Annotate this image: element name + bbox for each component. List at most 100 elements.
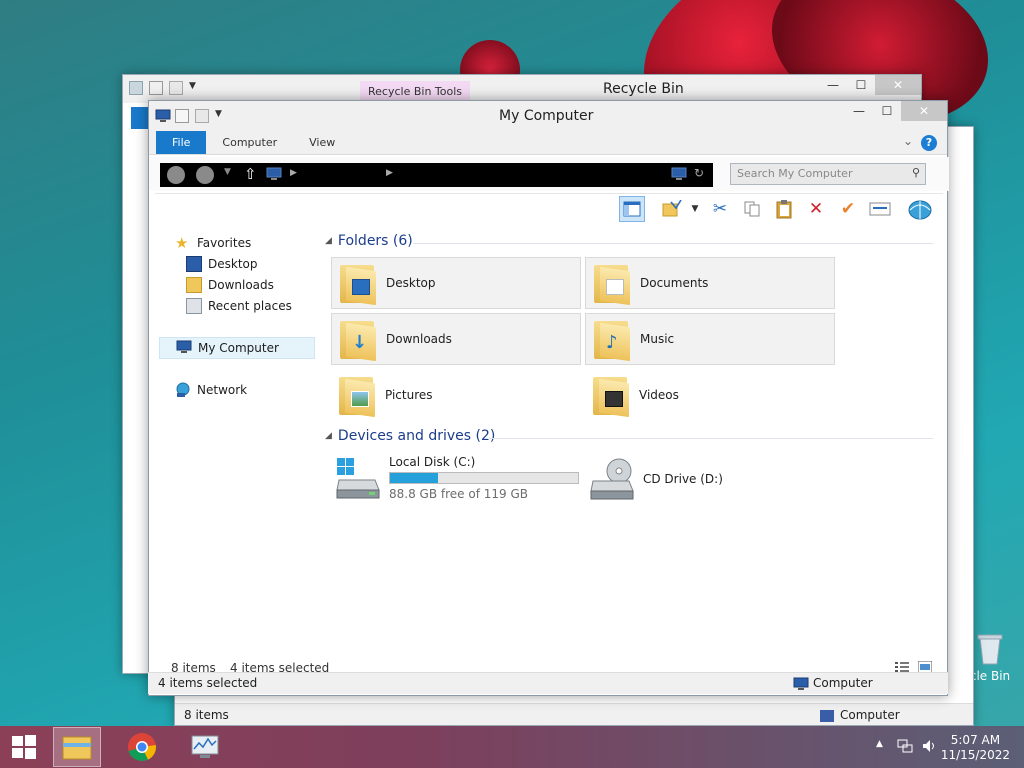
status-location: Computer xyxy=(820,708,900,722)
close-button[interactable]: ✕ xyxy=(875,75,921,95)
recent-locations-icon[interactable]: ▼ xyxy=(224,167,231,177)
refresh-icon[interactable]: ↻ xyxy=(694,166,704,180)
computer-icon xyxy=(820,709,834,722)
network-globe-icon[interactable] xyxy=(907,196,933,222)
up-arrow-icon[interactable]: ⇧ xyxy=(244,165,257,183)
videos-folder-icon xyxy=(591,373,629,418)
drive-label: Local Disk (C:) xyxy=(389,455,476,469)
folder-tile-documents[interactable]: Documents xyxy=(585,257,835,309)
window-title: My Computer xyxy=(499,108,594,124)
tab-computer[interactable]: Computer xyxy=(206,131,293,154)
drive-usage-fill xyxy=(390,473,438,483)
computer-icon xyxy=(155,109,171,123)
properties-icon[interactable] xyxy=(175,109,189,123)
nav-downloads[interactable]: Downloads xyxy=(186,275,274,295)
ribbon-tabs: File Computer View ⌄ ? xyxy=(149,131,947,155)
new-folder-icon[interactable] xyxy=(169,81,183,95)
folder-check-icon xyxy=(662,200,682,217)
downloads-folder-icon: ↓ xyxy=(338,317,376,362)
nav-recent-places[interactable]: Recent places xyxy=(186,296,292,316)
window-title: Recycle Bin xyxy=(603,81,684,97)
windows-logo-icon xyxy=(12,735,36,759)
recycle-bin-icon xyxy=(977,634,1003,665)
cd-drive-icon xyxy=(589,457,635,501)
start-button[interactable] xyxy=(0,727,48,767)
recent-places-icon xyxy=(186,298,202,314)
folder-tile-downloads[interactable]: ↓ Downloads xyxy=(331,313,581,365)
address-bar[interactable]: ▼ ⇧ ▶ ▶ ↻ xyxy=(160,163,713,187)
delete-icon[interactable]: ✕ xyxy=(803,196,829,222)
properties-icon[interactable] xyxy=(149,81,163,95)
network-icon xyxy=(175,382,191,398)
nav-favorites[interactable]: ★ Favorites xyxy=(175,233,251,253)
collapse-icon[interactable]: ◢ xyxy=(325,431,332,441)
collapse-icon[interactable]: ◢ xyxy=(325,236,332,246)
navigation-pane: ★ Favorites Desktop Downloads Recent pla… xyxy=(155,225,315,645)
paste-icon[interactable] xyxy=(771,196,797,222)
cut-icon[interactable]: ✂ xyxy=(707,196,733,222)
taskbar-performance-monitor[interactable] xyxy=(181,727,229,767)
qat-dropdown-icon[interactable]: ▼ xyxy=(215,109,222,123)
status-bar: 8 items Computer xyxy=(175,703,973,725)
taskbar: ▲ 5:07 AM 11/15/2022 xyxy=(0,726,1024,768)
status-bar: 4 items selected Computer xyxy=(148,672,948,694)
copy-icon[interactable] xyxy=(739,196,765,222)
forward-button[interactable] xyxy=(196,166,214,184)
status-item-count: 8 items xyxy=(184,708,229,722)
folders-group-header[interactable]: ◢ Folders (6) xyxy=(325,233,413,249)
breadcrumb-arrow-icon[interactable]: ▶ xyxy=(290,168,297,178)
drive-cd-d[interactable]: CD Drive (D:) xyxy=(589,457,723,501)
desktop-folder-icon xyxy=(338,261,376,306)
music-folder-icon: ♪ xyxy=(592,317,630,362)
drive-local-disk-c[interactable]: Local Disk (C:) 88.8 GB free of 119 GB xyxy=(335,455,579,501)
folder-tile-desktop[interactable]: Desktop xyxy=(331,257,581,309)
tab-view[interactable]: View xyxy=(293,131,351,154)
folder-tile-videos[interactable]: Videos xyxy=(585,369,835,421)
qat-dropdown-icon[interactable]: ▼ xyxy=(189,81,196,95)
drives-group-header[interactable]: ◢ Devices and drives (2) xyxy=(325,428,495,444)
drive-label: CD Drive (D:) xyxy=(643,472,723,486)
taskbar-file-explorer[interactable] xyxy=(53,727,101,767)
tab-file[interactable]: File xyxy=(156,131,207,154)
title-bar: ▼ My Computer — ☐ ✕ xyxy=(149,101,947,131)
properties-icon[interactable] xyxy=(867,196,893,222)
folder-tile-pictures[interactable]: Pictures xyxy=(331,369,581,421)
maximize-button[interactable]: ☐ xyxy=(873,101,901,121)
new-folder-icon[interactable] xyxy=(195,109,209,123)
organize-dropdown-icon[interactable]: ▼ xyxy=(682,196,708,222)
minimize-button[interactable]: — xyxy=(845,101,873,121)
breadcrumb-arrow-icon[interactable]: ▶ xyxy=(386,168,393,178)
search-icon[interactable]: ⚲ xyxy=(912,166,920,179)
search-placeholder: Search My Computer xyxy=(737,167,853,180)
nav-my-computer[interactable]: My Computer xyxy=(159,337,315,359)
rename-check-icon[interactable]: ✔ xyxy=(835,196,861,222)
search-input[interactable]: Search My Computer ⚲ xyxy=(730,163,926,185)
preview-pane-button[interactable] xyxy=(619,196,645,222)
folder-tile-music[interactable]: ♪ Music xyxy=(585,313,835,365)
file-tab-edge xyxy=(131,107,149,129)
system-clock[interactable]: 5:07 AM 11/15/2022 xyxy=(941,733,1010,763)
pictures-folder-icon xyxy=(337,373,375,418)
show-hidden-icons-icon[interactable]: ▲ xyxy=(876,739,883,749)
taskbar-chrome[interactable] xyxy=(118,727,166,767)
recycle-bin-icon xyxy=(129,81,143,95)
help-icon[interactable]: ? xyxy=(921,135,937,151)
command-toolbar: ▼ ✂ ✕ ✔ xyxy=(155,193,943,223)
status-selected-count: 4 items selected xyxy=(158,676,258,690)
caption-buttons: — ☐ ✕ xyxy=(819,75,921,95)
star-icon: ★ xyxy=(175,234,189,252)
minimize-button[interactable]: — xyxy=(819,75,847,95)
caption-buttons: — ☐ ✕ xyxy=(845,101,947,121)
close-button[interactable]: ✕ xyxy=(901,101,947,121)
network-tray-icon[interactable] xyxy=(897,739,913,756)
nav-network[interactable]: Network xyxy=(175,380,247,400)
volume-icon[interactable] xyxy=(922,739,938,756)
status-location: Computer xyxy=(793,676,873,691)
drive-free-space: 88.8 GB free of 119 GB xyxy=(389,487,528,501)
nav-desktop[interactable]: Desktop xyxy=(186,254,258,274)
my-computer-window[interactable]: ▼ My Computer — ☐ ✕ File Computer View ⌄… xyxy=(148,100,949,696)
back-button[interactable] xyxy=(167,166,185,184)
title-bar: ▼ Recycle Bin Tools Recycle Bin — ☐ ✕ xyxy=(123,75,921,103)
ribbon-expand-icon[interactable]: ⌄ xyxy=(903,134,913,148)
maximize-button[interactable]: ☐ xyxy=(847,75,875,95)
